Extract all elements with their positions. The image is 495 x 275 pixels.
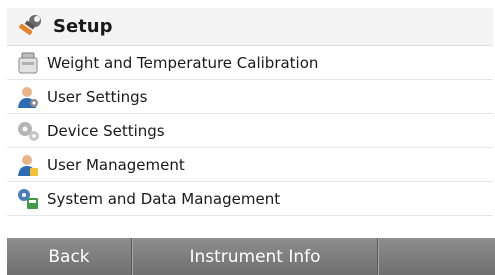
menu-item-system-data-management[interactable]: System and Data Management	[7, 182, 493, 216]
page-title: Setup	[53, 16, 113, 37]
menu-item-label: System and Data Management	[47, 189, 281, 208]
menu-item-device-settings[interactable]: Device Settings	[7, 114, 493, 148]
menu-item-label: Weight and Temperature Calibration	[47, 53, 319, 72]
system-data-icon	[15, 186, 41, 212]
menu-item-label: Device Settings	[47, 121, 165, 140]
setup-header: Setup	[7, 8, 493, 46]
empty-footer-button	[378, 238, 495, 275]
back-button[interactable]: Back	[7, 238, 132, 275]
gears-icon	[15, 118, 41, 144]
user-settings-icon	[15, 84, 41, 110]
setup-menu-list: Weight and Temperature Calibration User …	[7, 46, 493, 236]
user-management-icon	[15, 152, 41, 178]
menu-item-label: User Settings	[47, 87, 148, 106]
calibration-weight-icon	[15, 50, 41, 76]
menu-item-weight-temperature-calibration[interactable]: Weight and Temperature Calibration	[7, 46, 493, 80]
footer-toolbar: Back Instrument Info	[7, 238, 495, 275]
menu-item-user-management[interactable]: User Management	[7, 148, 493, 182]
menu-item-label: User Management	[47, 155, 185, 174]
instrument-info-button[interactable]: Instrument Info	[132, 238, 378, 275]
setup-screen: Setup Weight and Temperature Calibration	[0, 0, 495, 275]
menu-item-user-settings[interactable]: User Settings	[7, 80, 493, 114]
wrench-icon	[15, 12, 45, 42]
